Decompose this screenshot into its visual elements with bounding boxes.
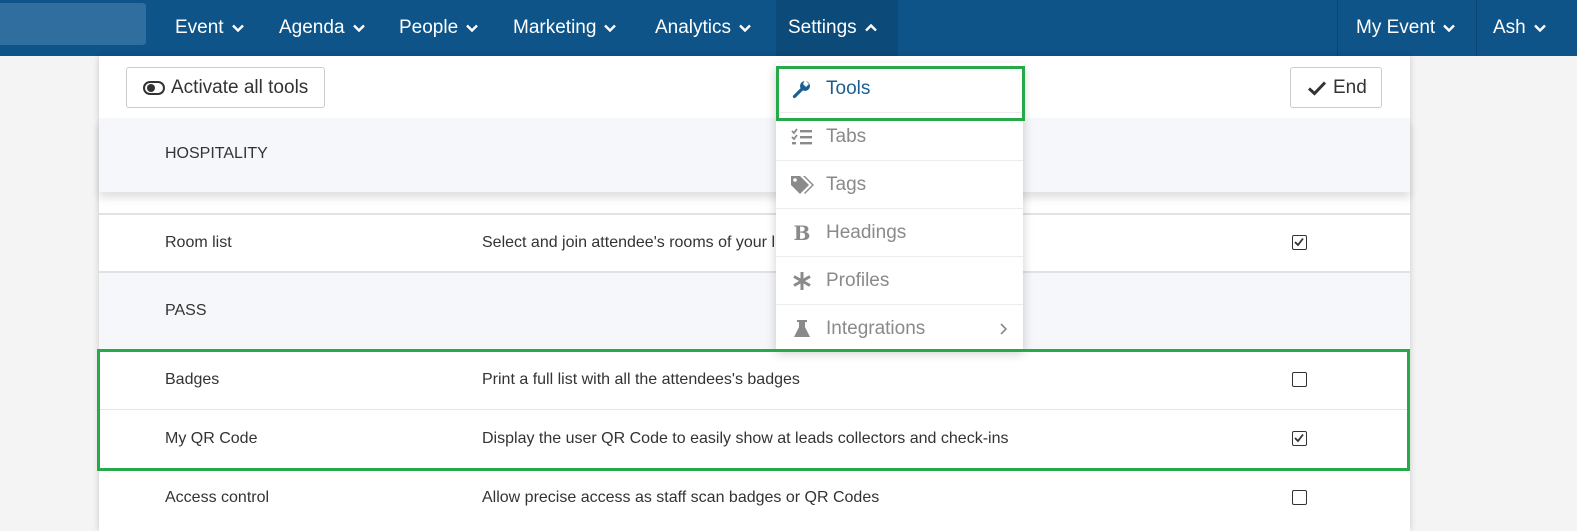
logo-placeholder[interactable]: [0, 3, 146, 45]
tool-name: Access control: [165, 489, 270, 506]
nav-divider: [1476, 0, 1477, 56]
nav-analytics[interactable]: Analytics: [655, 0, 751, 56]
table-row: Room list Select and join attendee's roo…: [99, 213, 1410, 271]
tool-description: Allow precise access as staff scan badge…: [482, 489, 880, 506]
menu-item-integrations[interactable]: Integrations: [776, 305, 1023, 353]
chevron-down-icon: [466, 24, 479, 33]
menu-item-tags[interactable]: Tags: [776, 161, 1023, 209]
tool-name: Room list: [165, 234, 232, 251]
bold-icon: B: [793, 220, 811, 245]
table-row: Access control Allow precise access as s…: [99, 468, 1410, 527]
activate-all-tools-label: Activate all tools: [171, 76, 309, 98]
nav-people-label: People: [399, 17, 459, 38]
nav-user[interactable]: Ash: [1493, 0, 1546, 56]
nav-analytics-label: Analytics: [655, 17, 732, 38]
checkmark-icon: [1294, 237, 1304, 247]
nav-agenda[interactable]: Agenda: [279, 0, 365, 56]
flask-icon: [790, 318, 814, 340]
tool-checkbox[interactable]: [1292, 490, 1307, 505]
menu-item-label: Integrations: [826, 318, 926, 339]
activate-all-tools-button[interactable]: Activate all tools: [126, 67, 325, 108]
nav-my-event-label: My Event: [1356, 17, 1436, 38]
list-icon: [790, 126, 814, 148]
chevron-down-icon: [231, 24, 244, 33]
end-label: End: [1333, 76, 1367, 98]
section-header-hospitality: HOSPITALITY: [99, 118, 1410, 192]
menu-item-label: Headings: [826, 221, 907, 243]
chevron-down-icon: [604, 24, 617, 33]
tool-checkbox-checked[interactable]: [1292, 235, 1307, 250]
chevron-down-icon: [352, 24, 365, 33]
toggle-icon: [143, 80, 165, 95]
nav-people[interactable]: People: [399, 0, 479, 56]
nav-user-label: Ash: [1493, 17, 1526, 38]
nav-my-event[interactable]: My Event: [1356, 0, 1456, 56]
highlight-box-pass-rows: [97, 349, 1410, 471]
highlight-box-tools: [776, 66, 1025, 121]
check-icon: [1307, 80, 1327, 96]
chevron-right-icon: [1000, 323, 1007, 335]
nav-event-label: Event: [175, 17, 224, 38]
end-button[interactable]: End: [1290, 67, 1382, 108]
top-navbar: Event Agenda People Marketing Analytics …: [0, 0, 1577, 56]
nav-agenda-label: Agenda: [279, 17, 345, 38]
nav-event[interactable]: Event: [175, 0, 244, 56]
section-title: HOSPITALITY: [165, 145, 268, 162]
menu-item-label: Profiles: [826, 269, 890, 291]
nav-marketing[interactable]: Marketing: [513, 0, 617, 56]
section-title: PASS: [165, 302, 207, 319]
tool-description: Select and join attendee's rooms of your…: [482, 234, 775, 251]
chevron-down-icon: [1533, 24, 1546, 33]
chevron-down-icon: [739, 24, 751, 33]
chevron-down-icon: [1443, 24, 1456, 33]
asterisk-icon: [790, 270, 814, 292]
menu-item-label: Tags: [826, 173, 867, 195]
section-header-pass: PASS: [99, 271, 1410, 350]
nav-settings-label: Settings: [788, 17, 857, 38]
menu-item-headings[interactable]: B Headings: [776, 209, 1023, 257]
menu-item-profiles[interactable]: Profiles: [776, 257, 1023, 305]
tags-icon: [790, 174, 814, 196]
nav-divider: [1337, 0, 1338, 56]
nav-marketing-label: Marketing: [513, 17, 597, 38]
nav-settings[interactable]: Settings: [776, 0, 898, 56]
menu-item-label: Tabs: [826, 125, 867, 147]
chevron-up-icon: [864, 23, 877, 32]
